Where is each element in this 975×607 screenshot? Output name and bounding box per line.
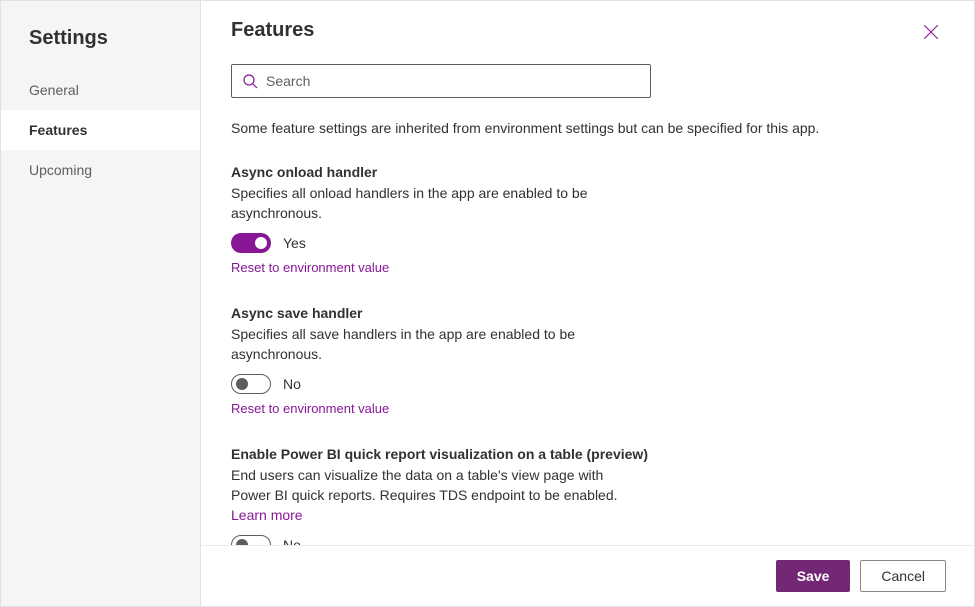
reset-link-async-onload[interactable]: Reset to environment value <box>231 260 389 275</box>
footer: Save Cancel <box>201 545 974 606</box>
page-title: Features <box>231 19 314 42</box>
feature-desc: End users can visualize the data on a ta… <box>231 466 631 525</box>
search-icon <box>242 73 258 89</box>
intro-text: Some feature settings are inherited from… <box>231 120 944 136</box>
feature-desc: Specifies all onload handlers in the app… <box>231 184 591 223</box>
main-panel: Features Some feature settings are inher… <box>201 1 974 606</box>
toggle-knob <box>236 539 248 545</box>
search-input[interactable] <box>266 73 640 89</box>
feature-title: Enable Power BI quick report visualizati… <box>231 446 791 462</box>
content-scroll[interactable]: Features Some feature settings are inher… <box>201 1 974 545</box>
toggle-label: No <box>283 376 301 392</box>
feature-async-save: Async save handler Specifies all save ha… <box>231 305 791 416</box>
feature-title: Async save handler <box>231 305 791 321</box>
settings-sidebar: Settings General Features Upcoming <box>1 1 201 606</box>
sidebar-item-general[interactable]: General <box>1 70 200 110</box>
cancel-button[interactable]: Cancel <box>860 560 946 592</box>
toggle-knob <box>236 378 248 390</box>
feature-title: Async onload handler <box>231 164 791 180</box>
feature-desc-text: End users can visualize the data on a ta… <box>231 467 618 503</box>
close-button[interactable] <box>918 19 944 48</box>
learn-more-link[interactable]: Learn more <box>231 507 303 523</box>
sidebar-title: Settings <box>1 19 200 70</box>
feature-desc: Specifies all save handlers in the app a… <box>231 325 591 364</box>
search-box[interactable] <box>231 64 651 98</box>
save-button[interactable]: Save <box>776 560 851 592</box>
toggle-label: Yes <box>283 235 306 251</box>
close-icon <box>922 23 940 41</box>
toggle-label: No <box>283 537 301 545</box>
reset-link-async-save[interactable]: Reset to environment value <box>231 401 389 416</box>
sidebar-item-features[interactable]: Features <box>1 110 200 150</box>
feature-async-onload: Async onload handler Specifies all onloa… <box>231 164 791 275</box>
toggle-powerbi[interactable] <box>231 535 271 545</box>
sidebar-item-upcoming[interactable]: Upcoming <box>1 150 200 190</box>
toggle-knob <box>255 237 267 249</box>
feature-powerbi: Enable Power BI quick report visualizati… <box>231 446 791 545</box>
toggle-async-onload[interactable] <box>231 233 271 253</box>
toggle-async-save[interactable] <box>231 374 271 394</box>
